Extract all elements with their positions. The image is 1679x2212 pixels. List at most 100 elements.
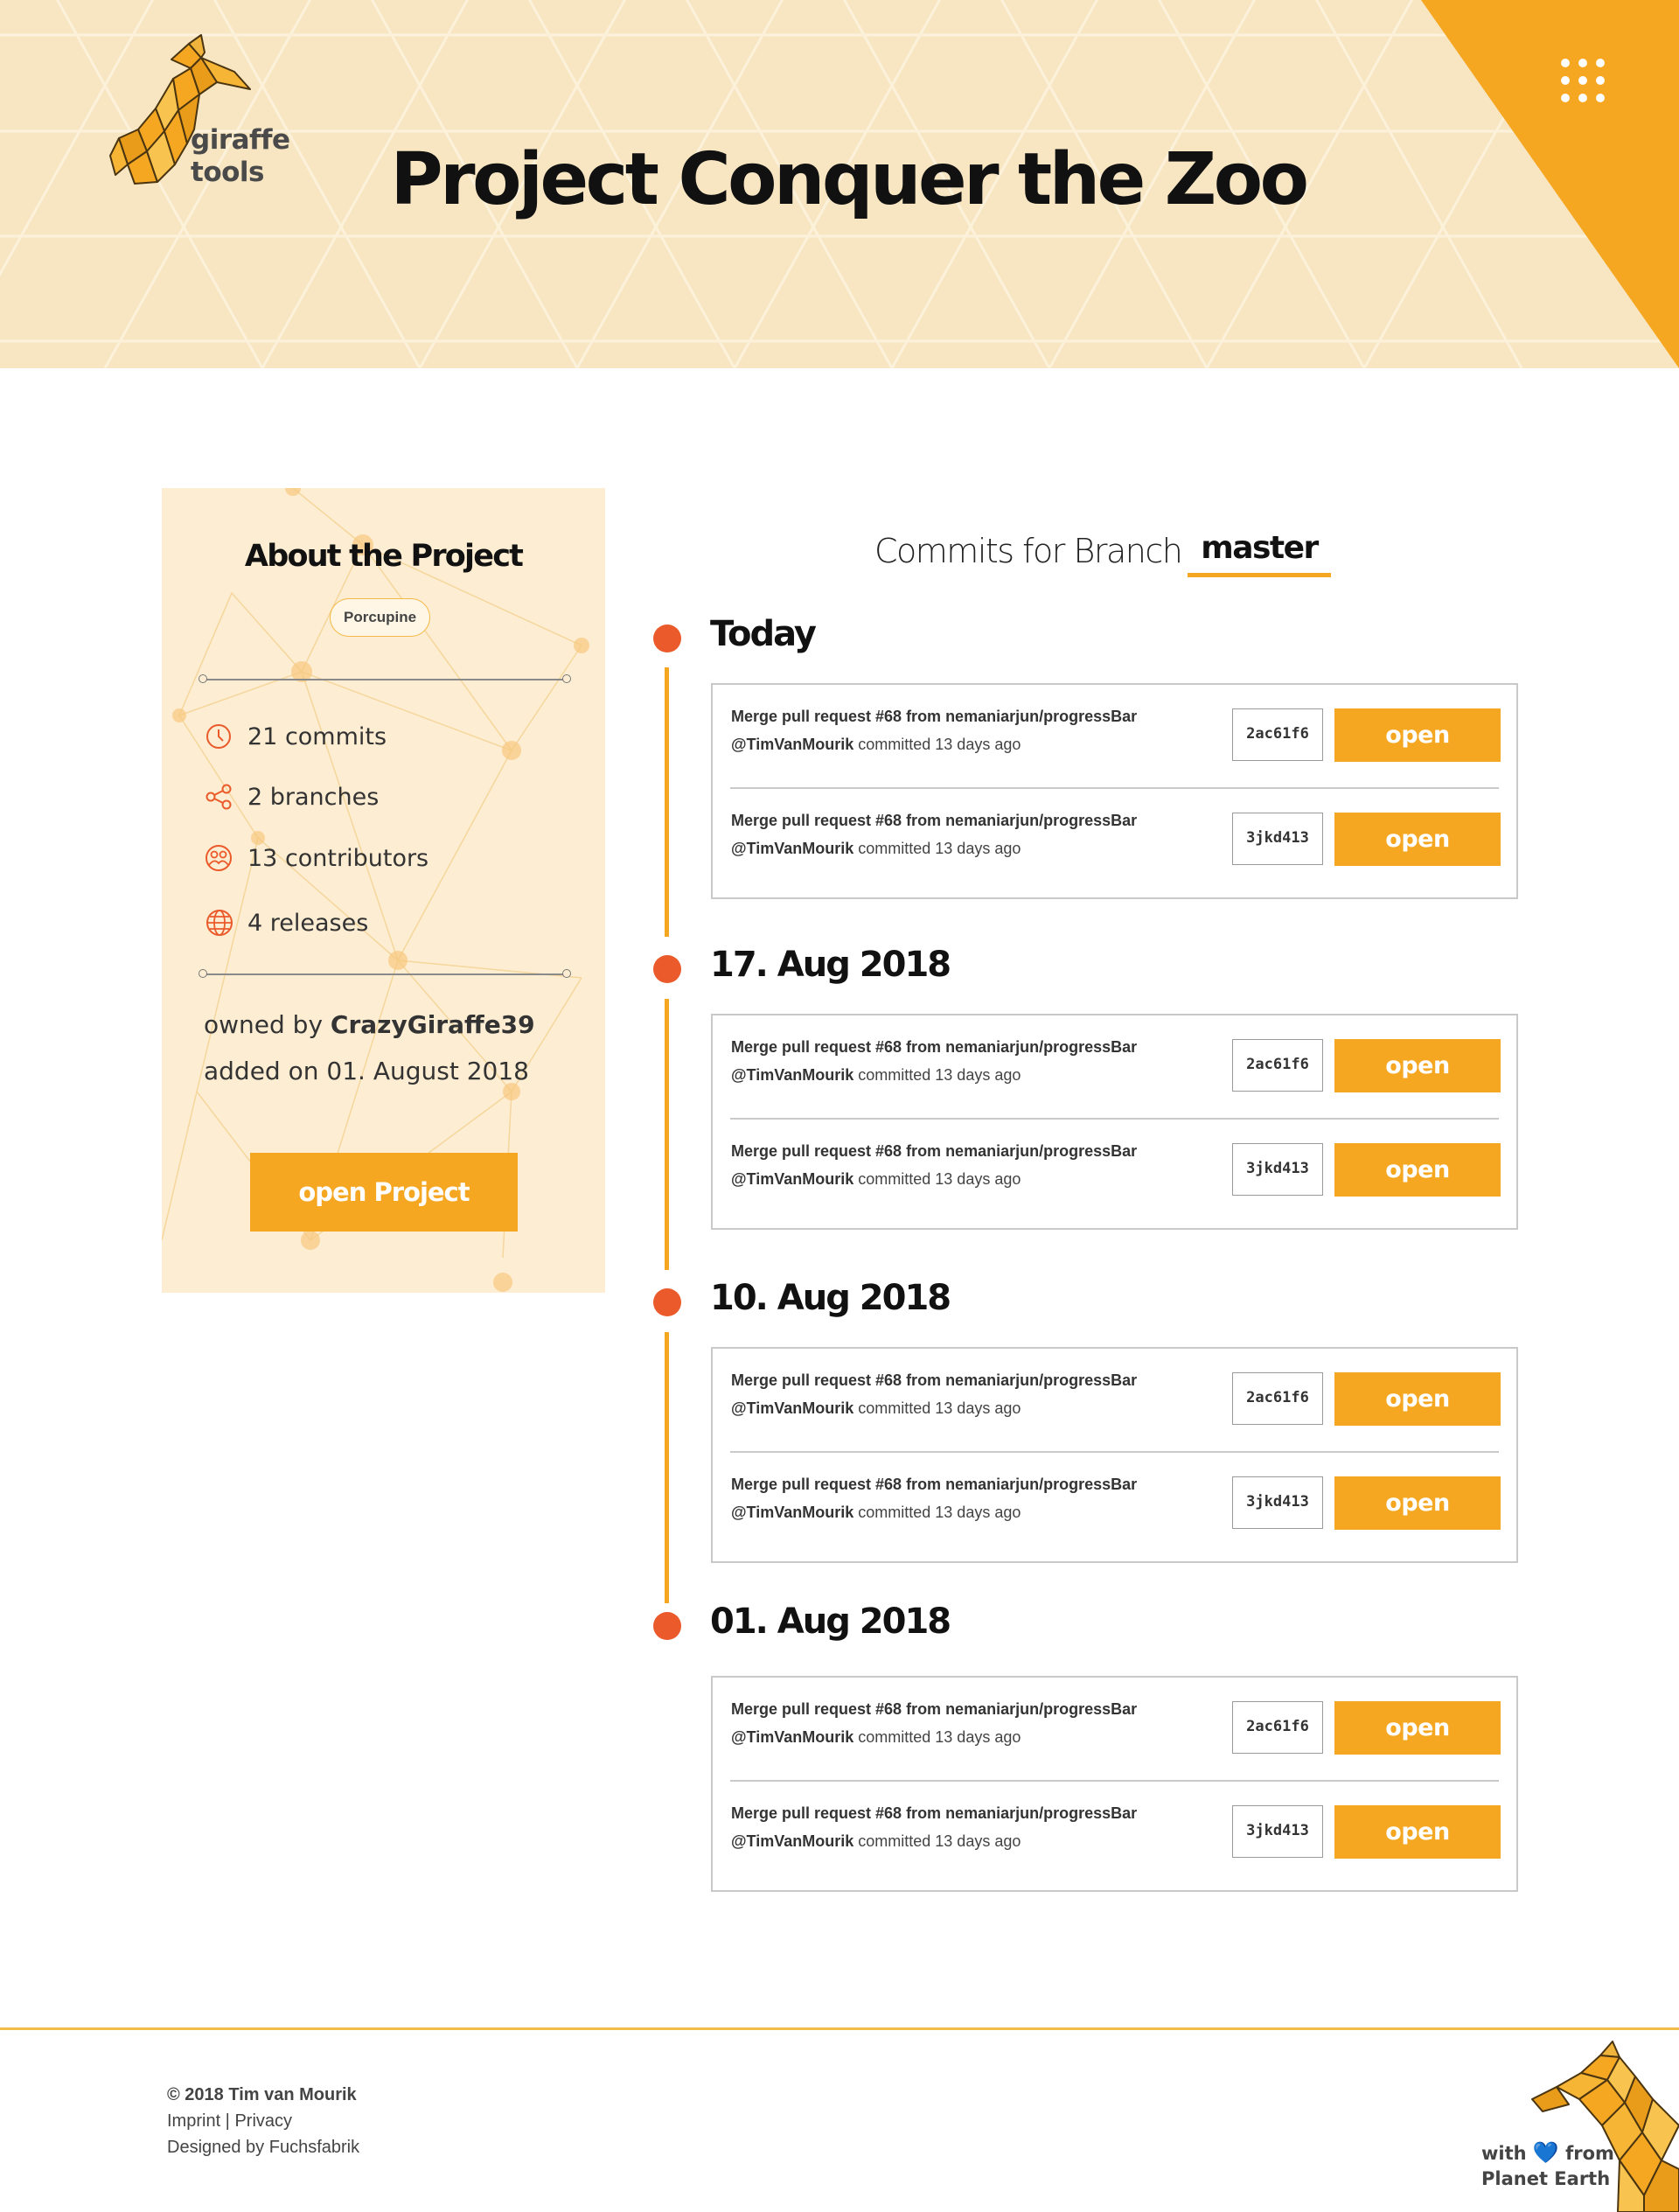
commit-meta: @TimVanMourik committed 13 days ago [731,1728,1021,1747]
open-commit-button[interactable]: open [1334,708,1501,762]
commit-card: Merge pull request #68 from nemaniarjun/… [711,1347,1518,1563]
privacy-link[interactable]: Privacy [234,2111,292,2131]
date-label: 01. Aug 2018 [710,1601,951,1642]
commit-row: Merge pull request #68 from nemaniarjun/… [713,789,1516,892]
commit-author[interactable]: @TimVanMourik [731,1066,853,1084]
commit-message: Merge pull request #68 from nemaniarjun/… [731,1700,1138,1718]
branch-selector[interactable]: master [1188,530,1331,577]
commit-row: Merge pull request #68 from nemaniarjun/… [713,1782,1516,1885]
commit-card: Merge pull request #68 from nemaniarjun/… [711,683,1518,899]
commit-meta: @TimVanMourik committed 13 days ago [731,1170,1021,1189]
commit-meta: @TimVanMourik committed 13 days ago [731,736,1021,754]
commit-hash[interactable]: 3jkd413 [1232,1143,1323,1196]
stat-commits[interactable]: 21 commits [204,719,387,754]
commit-author[interactable]: @TimVanMourik [731,1504,853,1521]
commit-author[interactable]: @TimVanMourik [731,1170,853,1188]
timeline-dot [653,625,681,652]
project-tag[interactable]: Porcupine [330,598,431,637]
stat-branches[interactable]: 2 branches [204,779,379,814]
added-on: added on 01. August 2018 [204,1057,529,1085]
commit-time: committed 13 days ago [858,1399,1021,1417]
timeline-dot [653,955,681,983]
made-from-text: from [1565,2143,1614,2164]
commit-author[interactable]: @TimVanMourik [731,1399,853,1417]
commit-message: Merge pull request #68 from nemaniarjun/… [731,1038,1138,1056]
stat-releases-text: 4 releases [247,909,369,937]
commit-time: committed 13 days ago [858,1066,1021,1084]
commit-time: committed 13 days ago [858,1504,1021,1521]
commit-row: Merge pull request #68 from nemaniarjun/… [713,1678,1516,1781]
about-title: About the Project [244,539,524,574]
commit-message: Merge pull request #68 from nemaniarjun/… [731,1371,1138,1389]
clock-icon [206,724,231,749]
commit-hash[interactable]: 3jkd413 [1232,813,1323,865]
footer-divider [0,2027,1679,2030]
imprint-link[interactable]: Imprint [167,2111,220,2131]
commit-hash[interactable]: 3jkd413 [1232,1805,1323,1858]
timeline-line [665,1332,669,1603]
open-commit-button[interactable]: open [1334,1476,1501,1530]
commit-row: Merge pull request #68 from nemaniarjun/… [713,1349,1516,1452]
divider-bottom [199,969,571,978]
commit-hash[interactable]: 3jkd413 [1232,1476,1323,1529]
grid-menu-icon[interactable] [1557,54,1618,115]
copyright: © 2018 Tim van Mourik [167,2085,357,2104]
timeline-line [665,999,669,1270]
open-commit-button[interactable]: open [1334,1372,1501,1426]
commit-hash[interactable]: 2ac61f6 [1232,708,1323,761]
stat-releases[interactable]: 4 releases [204,905,368,940]
commit-card: Merge pull request #68 from nemaniarjun/… [711,1014,1518,1230]
owner-link[interactable]: CrazyGiraffe39 [331,1010,535,1039]
commit-row: Merge pull request #68 from nemaniarjun/… [713,1015,1516,1119]
stat-commits-text: 21 commits [247,722,387,750]
commit-hash[interactable]: 2ac61f6 [1232,1039,1323,1092]
commit-hash[interactable]: 2ac61f6 [1232,1701,1323,1754]
commit-author[interactable]: @TimVanMourik [731,736,853,753]
commit-row: Merge pull request #68 from nemaniarjun/… [713,1453,1516,1556]
stat-contributors-text: 13 contributors [247,844,429,872]
made-place: Planet Earth [1481,2168,1611,2189]
people-icon [206,845,232,871]
commit-message: Merge pull request #68 from nemaniarjun/… [731,708,1138,725]
owned-by: owned by CrazyGiraffe39 [204,1010,535,1039]
date-label: 10. Aug 2018 [710,1278,951,1318]
stat-branches-text: 2 branches [247,783,380,811]
commit-author[interactable]: @TimVanMourik [731,1832,853,1850]
commit-time: committed 13 days ago [858,1170,1021,1188]
timeline-dot [653,1288,681,1316]
open-project-button[interactable]: open Project [250,1153,518,1232]
owned-prefix: owned by [204,1010,331,1039]
commit-message: Merge pull request #68 from nemaniarjun/… [731,1476,1138,1493]
commits-heading: Commits for Branch [874,532,1183,570]
commit-meta: @TimVanMourik committed 13 days ago [731,1399,1021,1418]
open-commit-button[interactable]: open [1334,1143,1501,1197]
header-banner: giraffe tools Project Conquer the Zoo [0,0,1679,368]
commit-time: committed 13 days ago [858,1728,1021,1746]
stat-contributors[interactable]: 13 contributors [204,841,428,876]
commit-message: Merge pull request #68 from nemaniarjun/… [731,812,1138,829]
page-title: Project Conquer the Zoo [390,138,1309,221]
open-commit-button[interactable]: open [1334,1039,1501,1092]
commit-author[interactable]: @TimVanMourik [731,1728,853,1746]
commit-message: Merge pull request #68 from nemaniarjun/… [731,1142,1138,1160]
commit-time: committed 13 days ago [858,840,1021,857]
open-commit-button[interactable]: open [1334,1805,1501,1859]
commit-time: committed 13 days ago [858,1832,1021,1850]
commit-meta: @TimVanMourik committed 13 days ago [731,1832,1021,1851]
open-commit-button[interactable]: open [1334,1701,1501,1755]
commit-meta: @TimVanMourik committed 13 days ago [731,1066,1021,1085]
commit-author[interactable]: @TimVanMourik [731,840,853,857]
link-separator: | [220,2111,235,2131]
made-with-love: with 💙 from Planet Earth [1481,2140,1614,2192]
timeline-line [665,667,669,937]
timeline-dot [653,1612,681,1640]
commit-card: Merge pull request #68 from nemaniarjun/… [711,1676,1518,1892]
commit-hash[interactable]: 2ac61f6 [1232,1372,1323,1425]
open-commit-button[interactable]: open [1334,813,1501,866]
date-label: Today [710,614,817,654]
commit-row: Merge pull request #68 from nemaniarjun/… [713,1120,1516,1223]
made-with-text: with [1481,2143,1527,2164]
commit-message: Merge pull request #68 from nemaniarjun/… [731,1804,1138,1822]
designed-by: Designed by Fuchsfabrik [167,2138,360,2157]
date-label: 17. Aug 2018 [710,945,951,985]
